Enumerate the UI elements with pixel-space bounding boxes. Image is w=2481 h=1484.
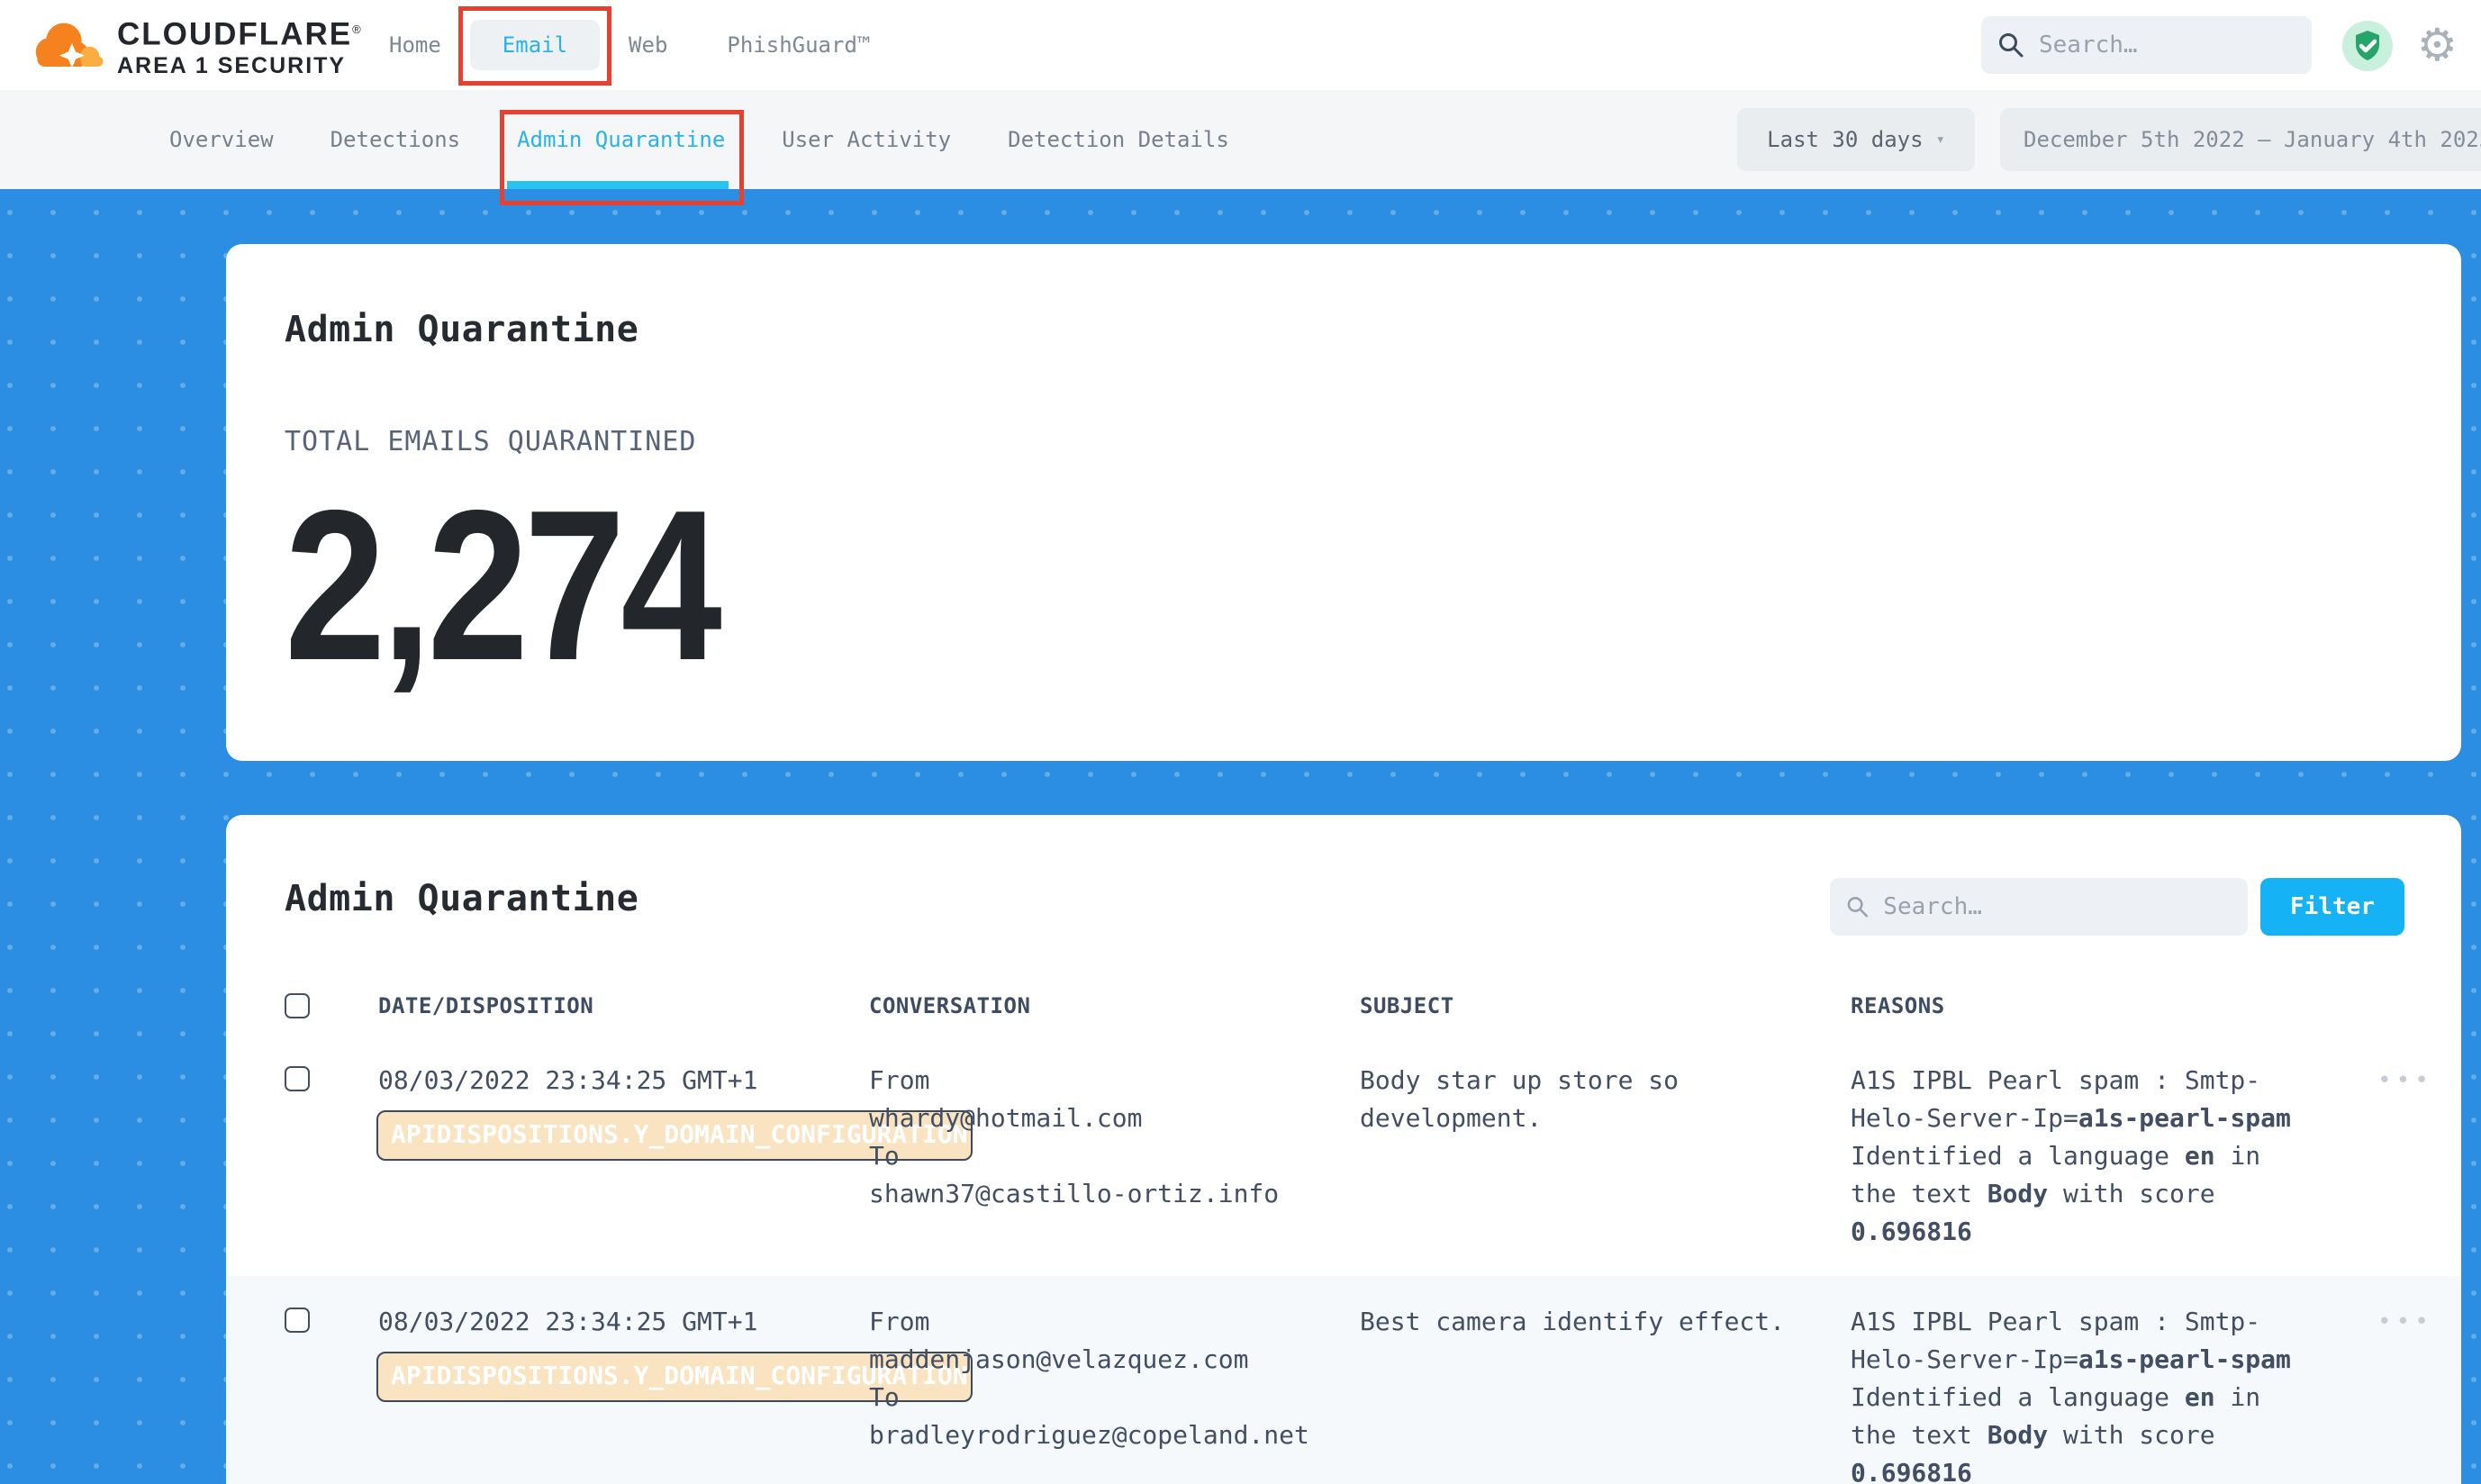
active-tab-underline	[507, 181, 729, 189]
date-cell: 08/03/2022 23:34:25 GMT+1 APIDISPOSITION…	[378, 1303, 869, 1484]
column-header-date: DATE/DISPOSITION	[378, 993, 869, 1018]
to-email[interactable]: bradleyrodriguez@copeland.net	[869, 1420, 1309, 1450]
quarantine-summary-card: Admin Quarantine TOTAL EMAILS QUARANTINE…	[226, 244, 2461, 761]
column-header-reasons: REASONS	[1851, 993, 2296, 1018]
subject-cell: Best camera identify effect.	[1360, 1303, 1819, 1484]
main-nav: Home Email Web PhishGuard™	[389, 0, 870, 90]
date-cell: 08/03/2022 23:34:25 GMT+1 APIDISPOSITION…	[378, 1062, 869, 1251]
registered-mark: ®	[352, 23, 363, 36]
nav-item-web[interactable]: Web	[629, 32, 667, 58]
tab-user-activity[interactable]: User Activity	[782, 127, 951, 152]
cloudflare-cloud-icon	[31, 16, 104, 76]
table-search-input[interactable]	[1883, 893, 2232, 920]
subnav-tabs: Overview Detections Admin Quarantine Use…	[169, 90, 1229, 189]
brand-subtitle: AREA 1 SECURITY	[117, 52, 363, 79]
date-range-display[interactable]: December 5th 2022 — January 4th 2023	[2000, 108, 2481, 171]
nav-item-home[interactable]: Home	[389, 32, 441, 58]
chevron-down-icon: ▾	[1936, 131, 1945, 149]
tab-detection-details[interactable]: Detection Details	[1008, 127, 1229, 152]
table-card-title: Admin Quarantine	[285, 878, 638, 919]
period-dropdown-button[interactable]: Last 30 days ▾	[1737, 108, 1975, 171]
table-body: 08/03/2022 23:34:25 GMT+1 APIDISPOSITION…	[226, 1035, 2461, 1484]
header-search-box[interactable]	[1981, 16, 2312, 74]
protection-status-icon[interactable]	[2341, 20, 2394, 72]
tab-detections[interactable]: Detections	[330, 127, 461, 152]
search-icon	[1846, 894, 1869, 919]
table-row: 08/03/2022 23:34:25 GMT+1 APIDISPOSITION…	[226, 1035, 2461, 1276]
admin-quarantine-page: { "header": { "brand": { "title": "CLOUD…	[0, 0, 2481, 1484]
column-header-conversation: CONVERSATION	[869, 993, 1360, 1018]
nav-item-email[interactable]: Email	[470, 20, 600, 70]
brand-title: CLOUDFLARE®	[117, 13, 363, 52]
column-header-subject: SUBJECT	[1360, 993, 1851, 1018]
row-menu-icon[interactable]: •••	[2296, 1062, 2461, 1251]
reasons-cell: A1S IPBL Pearl spam : Smtp-Helo-Server-I…	[1851, 1303, 2296, 1484]
header-search-input[interactable]	[2039, 32, 2295, 59]
search-icon	[1997, 32, 2024, 59]
conversation-cell: From maddenjason@velazquez.com To bradle…	[869, 1303, 1360, 1484]
subject-cell: Body star up store so development.	[1360, 1062, 1819, 1251]
nav-item-phishguard[interactable]: PhishGuard™	[727, 32, 870, 58]
conversation-cell: From whardy@hotmail.com To shawn37@casti…	[869, 1062, 1360, 1251]
row-checkbox[interactable]	[285, 1308, 310, 1333]
to-email[interactable]: shawn37@castillo-ortiz.info	[869, 1179, 1279, 1208]
tab-overview[interactable]: Overview	[169, 127, 274, 152]
table-row: 08/03/2022 23:34:25 GMT+1 APIDISPOSITION…	[226, 1276, 2461, 1484]
summary-card-title: Admin Quarantine	[285, 309, 2461, 350]
from-email[interactable]: whardy@hotmail.com	[869, 1103, 1142, 1133]
total-emails-value: 2,274	[285, 479, 2134, 693]
reasons-cell: A1S IPBL Pearl spam : Smtp-Helo-Server-I…	[1851, 1062, 2296, 1251]
top-navigation-bar: CLOUDFLARE® AREA 1 SECURITY Home Email W…	[0, 0, 2481, 90]
from-email[interactable]: maddenjason@velazquez.com	[869, 1344, 1248, 1374]
table-header-row: DATE/DISPOSITION CONVERSATION SUBJECT RE…	[226, 977, 2461, 1035]
table-search-box[interactable]	[1830, 878, 2248, 936]
quarantine-table-card: Admin Quarantine Filter DATE/DISPOSITION…	[226, 815, 2461, 1484]
filter-button[interactable]: Filter	[2260, 878, 2404, 936]
row-checkbox[interactable]	[285, 1066, 310, 1091]
tab-admin-quarantine[interactable]: Admin Quarantine	[517, 127, 725, 152]
settings-gear-icon[interactable]: ⚙	[2417, 14, 2458, 77]
cloudflare-logo: CLOUDFLARE® AREA 1 SECURITY	[31, 13, 363, 79]
row-menu-icon[interactable]: •••	[2296, 1303, 2461, 1484]
total-emails-label: TOTAL EMAILS QUARANTINED	[285, 426, 2461, 457]
select-all-checkbox[interactable]	[285, 993, 310, 1018]
email-sub-navigation: Overview Detections Admin Quarantine Use…	[0, 90, 2481, 189]
